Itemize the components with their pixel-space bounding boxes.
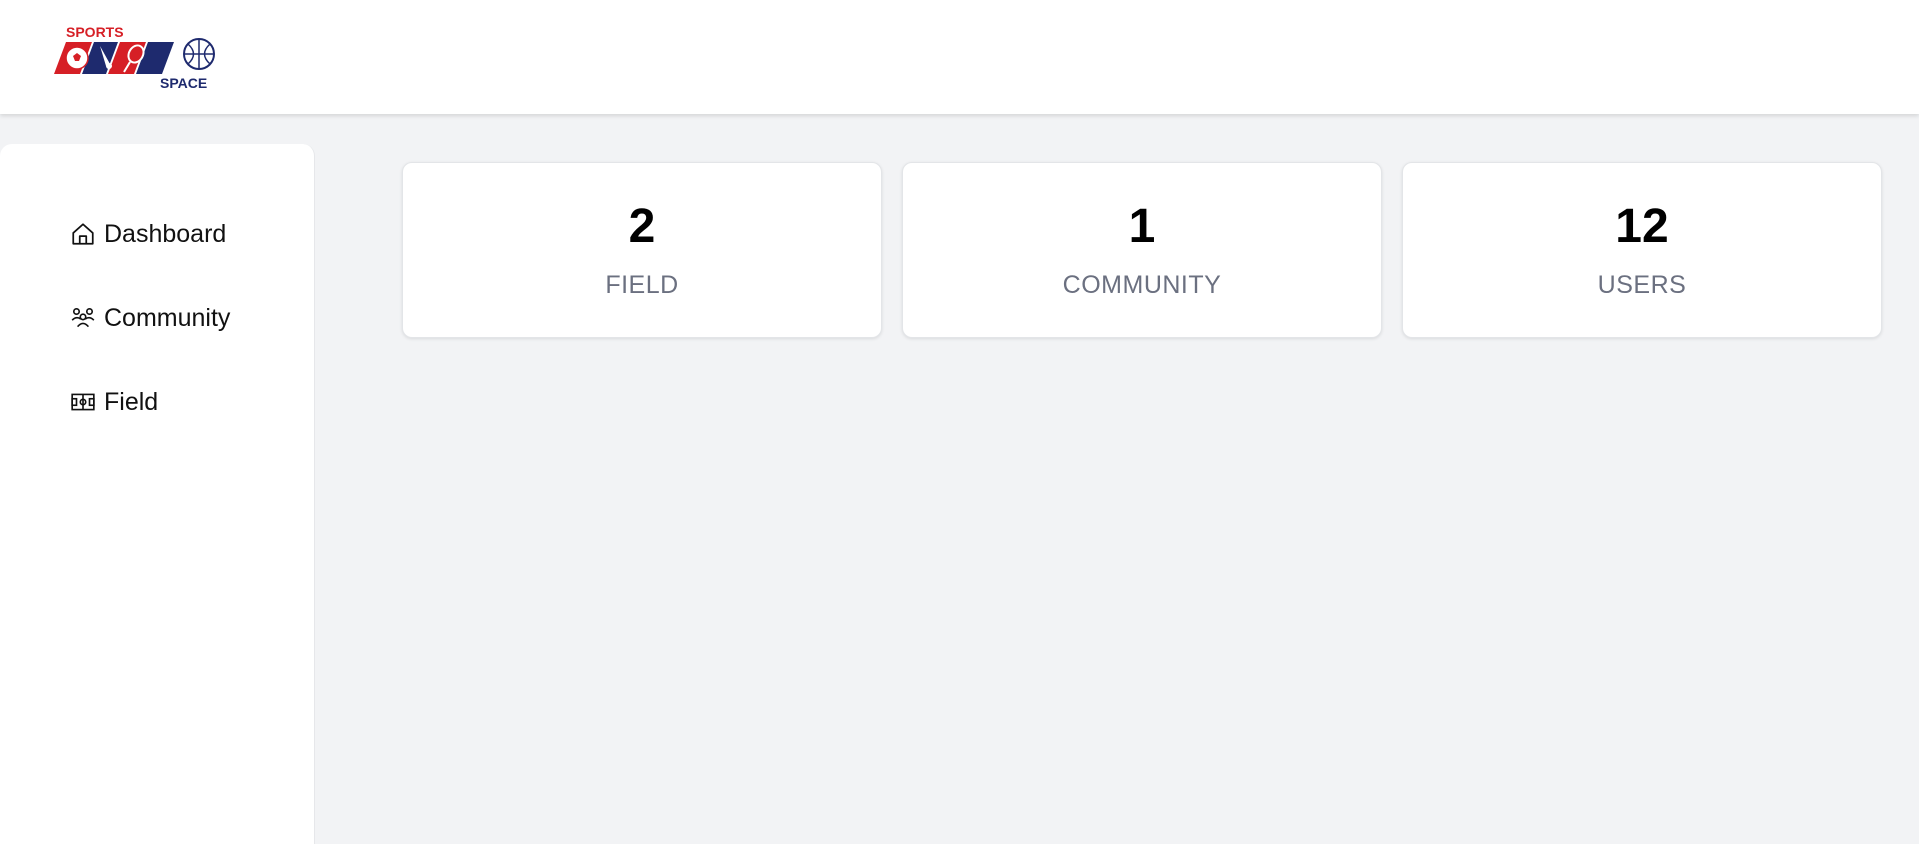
sports-space-logo[interactable]: SPORTS SPACE	[52, 22, 220, 92]
stat-label: USERS	[1597, 271, 1687, 299]
logo-text-bottom: SPACE	[160, 75, 207, 91]
home-icon	[70, 221, 96, 247]
stat-value: 12	[1615, 200, 1669, 253]
sidebar-item-dashboard[interactable]: Dashboard	[70, 214, 226, 254]
stat-value: 2	[628, 200, 656, 253]
sidebar-item-field[interactable]: Field	[70, 382, 158, 422]
sidebar-item-label: Dashboard	[104, 219, 227, 248]
sidebar-item-community[interactable]: Community	[70, 298, 230, 338]
sidebar-item-label: Field	[104, 387, 159, 416]
stat-value: 1	[1128, 200, 1156, 253]
stat-label: FIELD	[605, 271, 679, 299]
users-icon	[70, 305, 96, 331]
stat-label: COMMUNITY	[1062, 271, 1222, 299]
stat-card-community[interactable]: 1 COMMUNITY	[902, 162, 1382, 338]
sidebar: Dashboard Community Field	[0, 144, 315, 844]
stat-card-field[interactable]: 2 FIELD	[402, 162, 882, 338]
sidebar-item-label: Community	[104, 303, 231, 332]
stat-card-users[interactable]: 12 USERS	[1402, 162, 1882, 338]
logo-graphic: SPORTS SPACE	[54, 24, 215, 91]
field-icon	[70, 389, 96, 415]
logo-text-top: SPORTS	[66, 24, 124, 40]
top-bar: SPORTS SPACE	[0, 0, 1919, 114]
